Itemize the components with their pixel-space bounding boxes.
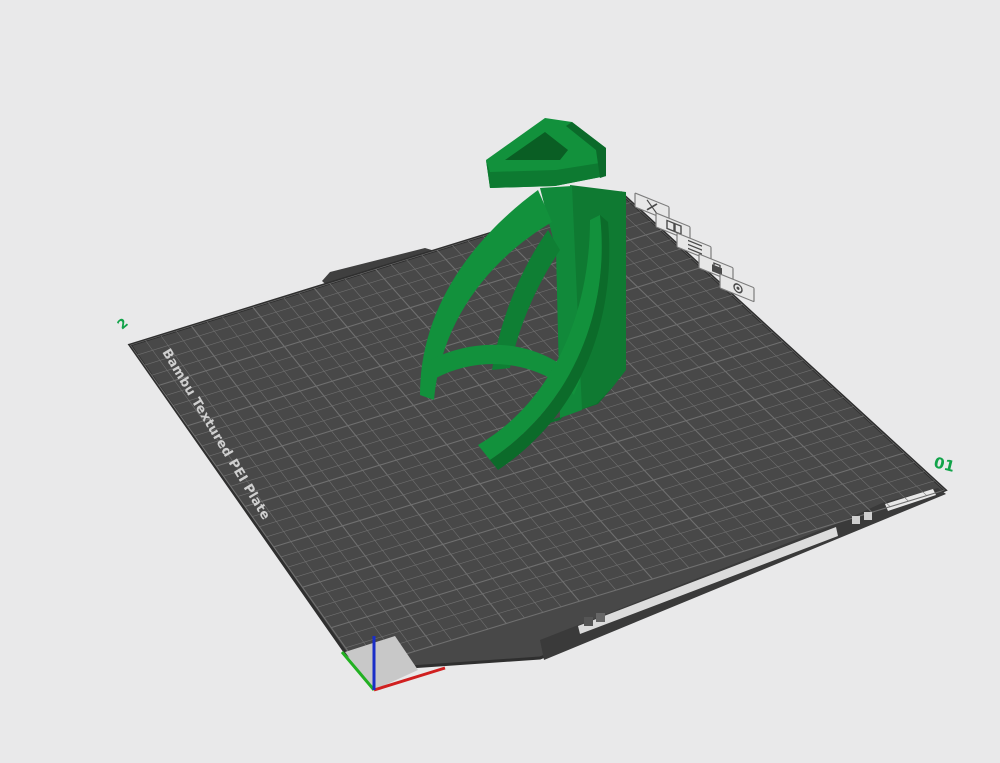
3d-viewport[interactable]: Bambu Textured PEI Plate 01 2: [0, 0, 1000, 763]
plate-info-icon[interactable]: [596, 613, 605, 622]
scene-canvas[interactable]: Bambu Textured PEI Plate 01 2: [0, 0, 1000, 763]
plate-type-icon[interactable]: [852, 516, 860, 524]
plate-filament-icon[interactable]: [864, 512, 872, 520]
plate-number-label: 01: [932, 453, 957, 476]
plate-corner-mark: 2: [115, 316, 132, 333]
plate-status-icon[interactable]: [584, 617, 593, 626]
